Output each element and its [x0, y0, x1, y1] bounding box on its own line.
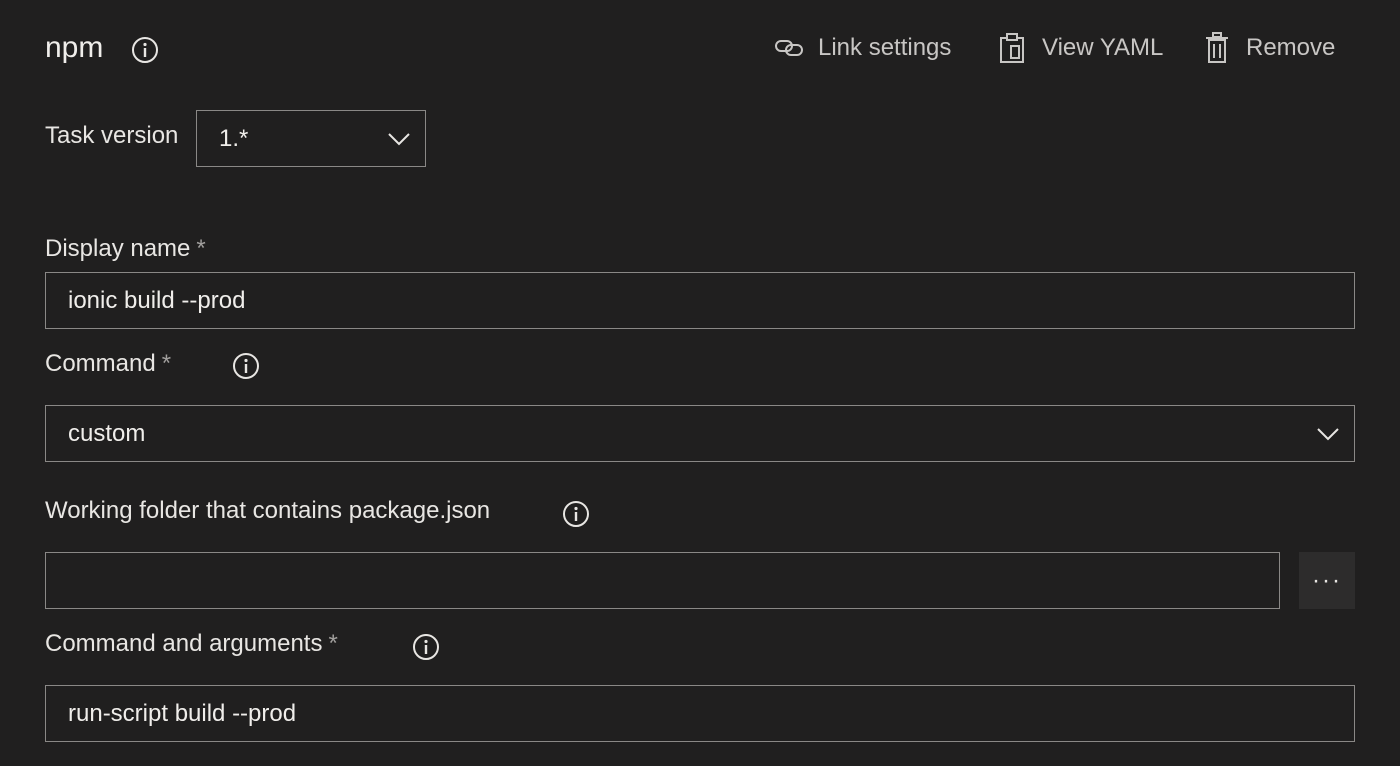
view-yaml-label: View YAML — [1042, 34, 1164, 61]
working-folder-label: Working folder that contains package.jso… — [45, 497, 491, 524]
working-folder-input[interactable] — [45, 552, 1280, 609]
link-settings-label: Link settings — [818, 34, 952, 61]
view-yaml-button[interactable]: View YAML — [998, 32, 1163, 64]
command-args-label-text: Command and arguments — [45, 630, 323, 657]
task-version-label: Task version — [45, 122, 179, 149]
link-icon — [775, 40, 803, 56]
info-icon[interactable] — [131, 36, 159, 64]
command-label: Command * — [45, 348, 171, 380]
command-dropdown[interactable]: custom — [45, 405, 1355, 462]
command-value: custom — [68, 419, 146, 447]
page-title: npm — [45, 31, 104, 64]
npm-task-panel: npm Link settings View YAML Remove Task … — [0, 0, 1400, 766]
required-marker: * — [196, 235, 206, 262]
display-name-label: Display name * — [45, 233, 206, 265]
trash-icon — [1206, 32, 1228, 63]
chevron-down-icon — [388, 132, 410, 145]
link-settings-button[interactable]: Link settings — [774, 32, 951, 64]
remove-label: Remove — [1246, 34, 1336, 61]
required-marker: * — [328, 630, 338, 657]
command-args-info-icon[interactable] — [412, 633, 440, 661]
task-version-value: 1.* — [219, 124, 249, 152]
working-folder-info-icon[interactable] — [562, 500, 590, 528]
browse-folder-button[interactable]: ··· — [1299, 552, 1355, 609]
command-args-input[interactable] — [45, 685, 1355, 742]
required-marker: * — [161, 350, 172, 377]
command-args-label: Command and arguments * — [45, 628, 338, 660]
display-name-input[interactable] — [45, 272, 1355, 329]
clipboard-icon — [1000, 33, 1024, 63]
display-name-label-text: Display name — [45, 235, 191, 262]
command-info-icon[interactable] — [232, 352, 260, 380]
task-version-dropdown[interactable]: 1.* — [196, 110, 426, 167]
chevron-down-icon — [1317, 427, 1339, 440]
command-label-text: Command — [45, 350, 156, 377]
remove-button[interactable]: Remove — [1204, 32, 1335, 64]
